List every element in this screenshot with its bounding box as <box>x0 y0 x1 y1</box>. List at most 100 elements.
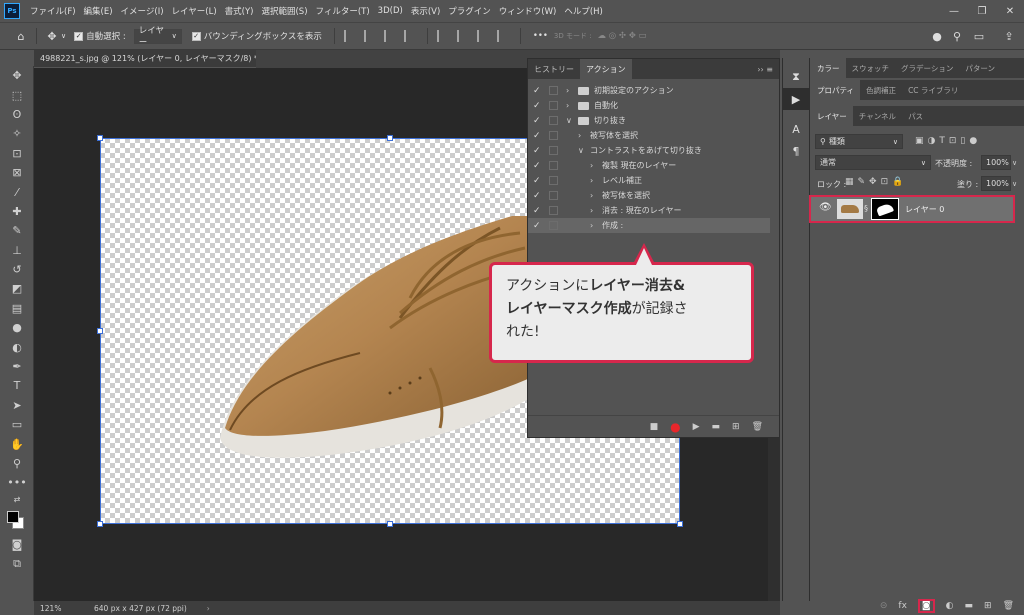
minimize-button[interactable]: — <box>940 0 968 22</box>
brush-tool-icon[interactable]: ✎ <box>0 221 34 240</box>
bbox-checkbox[interactable]: ✓ <box>191 31 201 41</box>
eyedropper-tool-icon[interactable]: ⁄ <box>0 182 34 201</box>
more-options-icon[interactable]: ••• <box>533 31 548 41</box>
restore-button[interactable]: ❐ <box>968 0 996 22</box>
action-row[interactable]: ✓ › 初期設定のアクション <box>528 83 770 98</box>
new-set-icon[interactable]: ▬ <box>712 422 721 432</box>
add-mask-icon[interactable]: ◙ <box>917 598 935 613</box>
character-panel-icon[interactable]: A <box>783 118 809 140</box>
crop-tool-icon[interactable]: ⊡ <box>0 144 34 163</box>
history-panel-icon[interactable]: ⧗ <box>783 66 809 88</box>
opacity-field[interactable]: 100% <box>981 155 1011 170</box>
frame-tool-icon[interactable]: ⊠ <box>0 163 34 182</box>
auto-select-dropdown[interactable]: レイヤー ∨ <box>133 26 182 48</box>
pen-tool-icon[interactable]: ✒ <box>0 357 34 376</box>
distribute-icon[interactable] <box>403 30 418 42</box>
tab-gradients[interactable]: グラデーション <box>895 58 959 78</box>
hand-tool-icon[interactable]: ✋ <box>0 434 34 453</box>
zoom-level[interactable]: 121% <box>40 604 80 613</box>
action-row[interactable]: ✓ ∨ 切り抜き <box>528 113 770 128</box>
action-toggle-check[interactable]: ✓ <box>533 221 541 231</box>
blend-mode-dropdown[interactable]: 通常 ∨ <box>815 155 931 170</box>
action-row[interactable]: ✓ › 複製 現在のレイヤー <box>528 158 770 173</box>
adjustment-layer-icon[interactable]: ◐ <box>946 601 954 611</box>
action-toggle-check[interactable]: ✓ <box>533 101 541 111</box>
lock-icons[interactable]: ▦✎✥⊡🔒 <box>845 177 907 187</box>
dialog-toggle-box[interactable] <box>549 221 558 230</box>
transform-handle[interactable] <box>677 521 683 527</box>
screen-mode-icon[interactable]: ⧉ <box>0 554 34 573</box>
dialog-toggle-box[interactable] <box>549 191 558 200</box>
action-toggle-check[interactable]: ✓ <box>533 206 541 216</box>
action-row[interactable]: ✓ › 被写体を選択 <box>528 128 770 143</box>
visibility-eye-icon[interactable]: 👁 <box>819 202 832 213</box>
swap-colors-icon[interactable]: ⇄ <box>0 493 34 507</box>
blur-tool-icon[interactable]: ● <box>0 318 34 337</box>
action-toggle-check[interactable]: ✓ <box>533 116 541 126</box>
distribute-vertical-icon[interactable] <box>496 30 511 42</box>
chevron-right-icon[interactable]: › <box>590 206 593 215</box>
panel-menu-icon[interactable]: ›› ≡ <box>757 65 773 74</box>
rectangle-tool-icon[interactable]: ▭ <box>0 415 34 434</box>
dialog-toggle-box[interactable] <box>549 161 558 170</box>
history-brush-icon[interactable]: ↺ <box>0 260 34 279</box>
chevron-down-icon[interactable]: ∨ <box>1012 159 1017 167</box>
new-action-icon[interactable]: ⊞ <box>732 422 740 432</box>
layer-filter-icons[interactable]: ▣◑T⊡▯● <box>915 136 981 146</box>
action-toggle-check[interactable]: ✓ <box>533 176 541 186</box>
action-row[interactable]: ✓ › 作成 : <box>528 218 770 233</box>
tab-patterns[interactable]: パターン <box>959 58 1001 78</box>
menu-plugins[interactable]: プラグイン <box>444 5 495 17</box>
action-toggle-check[interactable]: ✓ <box>533 191 541 201</box>
link-icon[interactable]: § <box>864 204 868 213</box>
tab-properties[interactable]: プロパティ <box>811 80 861 100</box>
menu-image[interactable]: イメージ(I) <box>117 5 168 17</box>
link-layers-icon[interactable]: ⊝ <box>880 601 888 611</box>
move-tool-icon[interactable]: ✥ <box>0 66 34 85</box>
action-row[interactable]: ✓ › レベル補正 <box>528 173 770 188</box>
tab-swatches[interactable]: スウォッチ <box>846 58 896 78</box>
action-row[interactable]: ✓ › 自動化 <box>528 98 770 113</box>
chevron-down-icon[interactable]: ∨ <box>1012 180 1017 188</box>
transform-handle[interactable] <box>387 135 393 141</box>
action-row[interactable]: ✓ ∨ コントラストをあげて切り抜き <box>528 143 770 158</box>
share-icon[interactable]: ⇪ <box>1000 27 1018 45</box>
tab-paths[interactable]: パス <box>902 106 929 126</box>
tab-history[interactable]: ヒストリー <box>528 59 580 79</box>
dialog-toggle-box[interactable] <box>549 101 558 110</box>
dialog-toggle-box[interactable] <box>549 146 558 155</box>
chevron-down-icon[interactable]: ∨ <box>566 116 572 125</box>
fill-field[interactable]: 100% <box>981 176 1011 191</box>
action-toggle-check[interactable]: ✓ <box>533 131 541 141</box>
delete-layer-icon[interactable]: 🗑 <box>1003 601 1014 611</box>
layer-filter-dropdown[interactable]: ⚲ 種類 ∨ <box>815 134 903 149</box>
document-tab[interactable]: 4988221_s.jpg @ 121% (レイヤー 0, レイヤーマスク/8)… <box>34 50 271 68</box>
eraser-tool-icon[interactable]: ◩ <box>0 279 34 298</box>
align-center-icon[interactable] <box>363 30 378 42</box>
tab-actions[interactable]: アクション <box>580 59 632 79</box>
magic-wand-tool-icon[interactable]: ✧ <box>0 124 34 143</box>
chevron-right-icon[interactable]: › <box>566 86 569 95</box>
tab-adjustments[interactable]: 色調補正 <box>860 80 902 100</box>
dialog-toggle-box[interactable] <box>549 206 558 215</box>
menu-edit[interactable]: 編集(E) <box>80 5 117 17</box>
transform-handle[interactable] <box>387 521 393 527</box>
paragraph-panel-icon[interactable]: ¶ <box>783 140 809 162</box>
group-icon[interactable]: ▬ <box>965 601 974 611</box>
home-icon[interactable]: ⌂ <box>12 27 30 45</box>
tab-color[interactable]: カラー <box>811 58 846 78</box>
workspace-icon[interactable]: ▭ <box>970 27 988 45</box>
gradient-tool-icon[interactable]: ▤ <box>0 299 34 318</box>
dialog-toggle-box[interactable] <box>549 131 558 140</box>
auto-select-checkbox[interactable]: ✓ <box>74 31 84 41</box>
move-tool-icon[interactable]: ✥ <box>43 27 61 45</box>
chevron-right-icon[interactable]: › <box>578 131 581 140</box>
align-left-icon[interactable] <box>343 30 358 42</box>
record-icon[interactable]: ● <box>670 420 680 434</box>
chevron-right-icon[interactable]: › <box>566 101 569 110</box>
delete-icon[interactable]: 🗑 <box>752 422 763 432</box>
user-icon[interactable]: ● <box>928 27 946 45</box>
action-row[interactable]: ✓ › 被写体を選択 <box>528 188 770 203</box>
chevron-right-icon[interactable]: › <box>590 176 593 185</box>
new-layer-icon[interactable]: ⊞ <box>984 601 992 611</box>
